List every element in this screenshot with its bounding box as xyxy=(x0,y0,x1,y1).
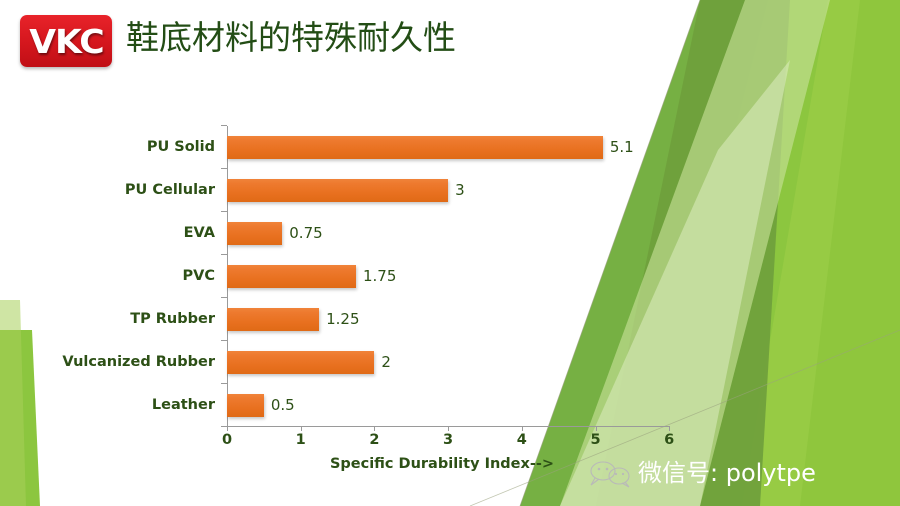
category-label: TP Rubber xyxy=(130,311,215,327)
bar-row[interactable]: 1.75 xyxy=(227,265,687,288)
category-label: PVC xyxy=(182,268,216,284)
x-axis-tick-label: 1 xyxy=(295,432,306,448)
x-axis-tick xyxy=(374,426,376,431)
x-axis-tick xyxy=(300,426,302,431)
x-axis-tick xyxy=(448,426,450,431)
x-axis-tick-label: 5 xyxy=(590,432,601,448)
y-axis-tick xyxy=(221,211,227,212)
x-axis-tick xyxy=(521,426,523,431)
x-axis-tick xyxy=(595,426,597,431)
x-axis-tick-label: 4 xyxy=(516,432,527,448)
category-label: Vulcanized Rubber xyxy=(62,354,215,370)
category-label: PU Solid xyxy=(146,139,215,155)
bar-value-label: 3 xyxy=(455,181,465,199)
watermark: 微信号: polytpe xyxy=(588,452,816,494)
y-axis-tick xyxy=(221,168,227,169)
category-label: PU Cellular xyxy=(124,182,215,198)
x-axis-tick xyxy=(669,426,671,431)
watermark-text: 微信号: polytpe xyxy=(638,459,816,487)
bar-row[interactable]: 0.5 xyxy=(227,394,687,417)
deco-right-accent xyxy=(800,0,900,506)
y-axis-tick xyxy=(221,383,227,384)
bar[interactable] xyxy=(227,308,320,331)
bar[interactable] xyxy=(227,136,603,159)
y-axis-tick xyxy=(221,254,227,255)
deco-right-bright xyxy=(742,0,900,506)
bar-value-label: 0.5 xyxy=(270,396,295,414)
y-axis-tick xyxy=(221,340,227,341)
bar[interactable] xyxy=(227,394,264,417)
y-axis-tick xyxy=(221,426,227,427)
bar[interactable] xyxy=(227,222,283,245)
bar-row[interactable]: 1.25 xyxy=(227,308,687,331)
x-axis-tick-label: 0 xyxy=(221,432,233,448)
category-label: EVA xyxy=(183,225,215,241)
bar-value-label: 0.75 xyxy=(289,224,323,242)
slide-canvas: VKC 鞋底材料的特殊耐久性 PU Solid 5.1 PU Cellular 3 EV… xyxy=(0,0,900,506)
category-label: Leather xyxy=(151,397,215,413)
x-axis-tick-label: 2 xyxy=(369,432,380,448)
bar-row[interactable]: 5.1 xyxy=(227,136,687,159)
bar[interactable] xyxy=(227,351,375,374)
bar-row[interactable]: 0.75 xyxy=(227,222,687,245)
bar-row[interactable]: 3 xyxy=(227,179,687,202)
y-axis-tick xyxy=(221,297,227,298)
bar[interactable] xyxy=(227,265,356,288)
bar-value-label: 2 xyxy=(381,353,391,371)
x-axis-tick xyxy=(227,426,228,431)
bar-value-label: 1.75 xyxy=(362,267,397,285)
wechat-chat-icon xyxy=(590,461,630,488)
bar-chart: PU Solid 5.1 PU Cellular 3 EVA 0.75 PVC 1.75 TP … xyxy=(0,0,700,506)
x-axis-tick-label: 3 xyxy=(443,432,454,448)
bar-row[interactable]: 2 xyxy=(227,351,687,374)
bar[interactable] xyxy=(227,179,449,202)
y-axis-tick xyxy=(221,125,227,126)
bar-value-label: 1.25 xyxy=(326,310,360,328)
x-axis-tick-label: 6 xyxy=(664,432,675,448)
bar-value-label: 5.1 xyxy=(609,138,634,156)
